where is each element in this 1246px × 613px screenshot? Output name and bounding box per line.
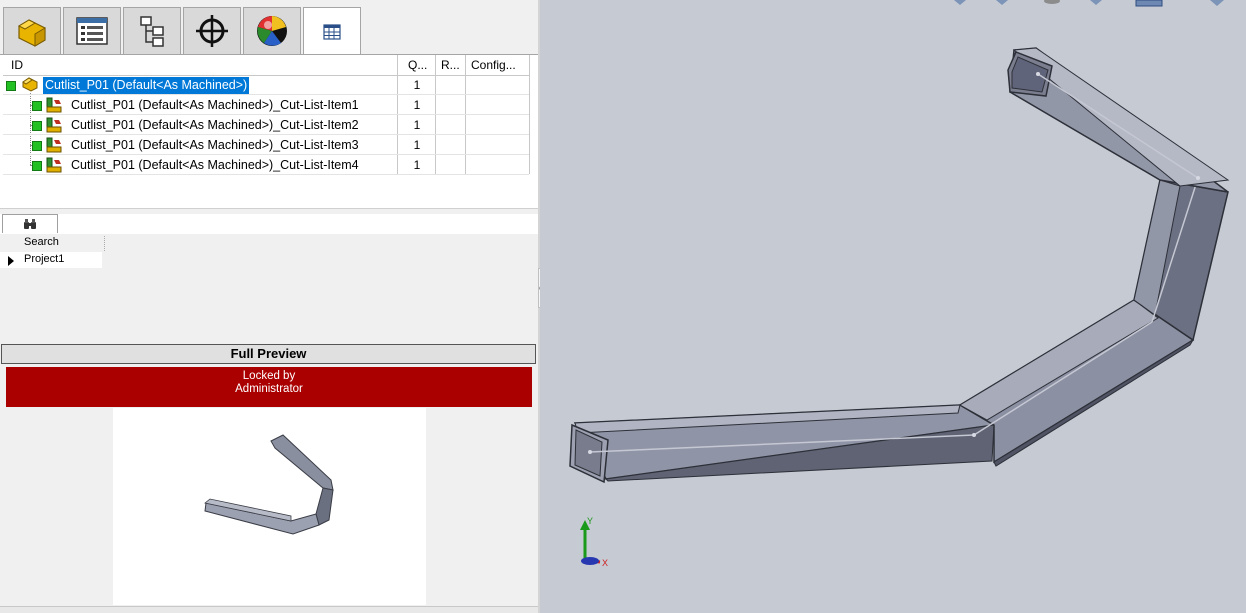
viewport-canvas: Y X	[569, 0, 1230, 568]
tab-appearance[interactable]	[243, 7, 301, 54]
view-orientation-icon[interactable]	[954, 0, 966, 5]
table-row[interactable]: Cutlist_P01 (Default<As Machined>)_Cut-L…	[3, 155, 529, 175]
search-tab-button[interactable]	[2, 214, 58, 233]
table-row[interactable]: Cutlist_P01 (Default<As Machined>)_Cut-L…	[3, 135, 529, 155]
column-header-config[interactable]: Config...	[471, 58, 516, 72]
status-indicator	[32, 161, 42, 171]
left-panel: ID Q... R... Config... Cutlist_P01 (Defa…	[0, 0, 538, 613]
current-row-arrow-icon	[8, 256, 14, 266]
tab-grid-table[interactable]	[303, 7, 361, 56]
search-row-value: Project1	[24, 253, 65, 265]
locked-by-user: Administrator	[235, 383, 303, 395]
row-quantity: 1	[413, 158, 421, 172]
tree-structure-icon	[140, 16, 164, 47]
grid-table-icon	[323, 24, 341, 40]
table-row[interactable]: Cutlist_P01 (Default<As Machined>)_Cut-L…	[3, 115, 529, 135]
z-axis-arrow	[581, 557, 599, 565]
graphics-viewport[interactable]: Y X	[540, 0, 1246, 613]
part-config-icon	[22, 77, 38, 92]
row-quantity: 1	[413, 118, 421, 132]
status-indicator	[32, 101, 42, 111]
cut-list-item-icon	[46, 137, 62, 153]
preview-header[interactable]: Full Preview	[1, 344, 536, 364]
row-label: Cutlist_P01 (Default<As Machined>)_Cut-L…	[71, 98, 359, 112]
row-quantity: 1	[413, 98, 421, 112]
tab-tree-structure[interactable]	[123, 7, 181, 54]
y-axis-label: Y	[587, 516, 593, 526]
row-label: Cutlist_P01 (Default<As Machined>)_Cut-L…	[71, 158, 359, 172]
status-indicator	[6, 81, 16, 91]
row-label: Cutlist_P01 (Default<As Machined>)	[43, 77, 250, 94]
heads-up-toolbar[interactable]	[954, 0, 1224, 7]
row-quantity: 1	[413, 78, 421, 92]
display-style-icon[interactable]	[996, 0, 1008, 5]
binoculars-icon	[24, 219, 36, 229]
tab-target[interactable]	[183, 7, 241, 54]
row-label: Cutlist_P01 (Default<As Machined>)_Cut-L…	[71, 118, 359, 132]
appearance-sphere-icon	[257, 16, 287, 46]
search-column-header[interactable]: Search	[22, 236, 105, 251]
locked-by-label: Locked by	[242, 370, 296, 382]
search-grid: Search Project1	[0, 234, 538, 340]
grid-header: ID Q... R... Config...	[3, 55, 529, 76]
x-axis-label: X	[602, 558, 608, 568]
bottom-scrollbar[interactable]	[0, 606, 538, 613]
cut-list-item-icon	[46, 157, 62, 173]
tube-model	[569, 47, 1230, 484]
cutlist-grid: ID Q... R... Config... Cutlist_P01 (Defa…	[3, 55, 530, 175]
preview-image	[113, 408, 426, 605]
cutlist-area: ID Q... R... Config... Cutlist_P01 (Defa…	[0, 55, 538, 208]
edit-appearance-icon[interactable]	[1090, 0, 1102, 5]
column-header-id[interactable]: ID	[11, 58, 23, 72]
column-header-r[interactable]: R...	[441, 58, 460, 72]
row-label: Cutlist_P01 (Default<As Machined>)_Cut-L…	[71, 138, 359, 152]
bent-tube-thumbnail	[204, 434, 334, 535]
hide-show-icon[interactable]	[1044, 0, 1060, 4]
target-crosshair-icon	[196, 15, 228, 47]
view-settings-icon[interactable]	[1210, 0, 1224, 6]
apply-scene-icon[interactable]	[1135, 0, 1163, 7]
preview-pane: Locked by Administrator	[0, 365, 538, 613]
table-row[interactable]: Cutlist_P01 (Default<As Machined>)_Cut-L…	[3, 95, 529, 115]
panel-tab-strip	[0, 0, 538, 56]
cut-list-item-icon	[46, 117, 62, 133]
tab-part[interactable]	[3, 7, 61, 54]
row-quantity: 1	[413, 138, 421, 152]
status-indicator	[32, 121, 42, 131]
search-toolbar	[0, 214, 538, 234]
cut-list-item-icon	[46, 97, 62, 113]
search-row[interactable]: Project1	[0, 252, 102, 268]
reference-triad: Y X	[580, 516, 608, 568]
part-icon	[17, 19, 46, 47]
table-row[interactable]: Cutlist_P01 (Default<As Machined>) 1	[3, 75, 529, 95]
locked-banner: Locked by Administrator	[6, 367, 532, 407]
property-list-icon	[76, 17, 108, 45]
status-indicator	[32, 141, 42, 151]
column-header-qty[interactable]: Q...	[408, 58, 427, 72]
tab-property-list[interactable]	[63, 7, 121, 54]
